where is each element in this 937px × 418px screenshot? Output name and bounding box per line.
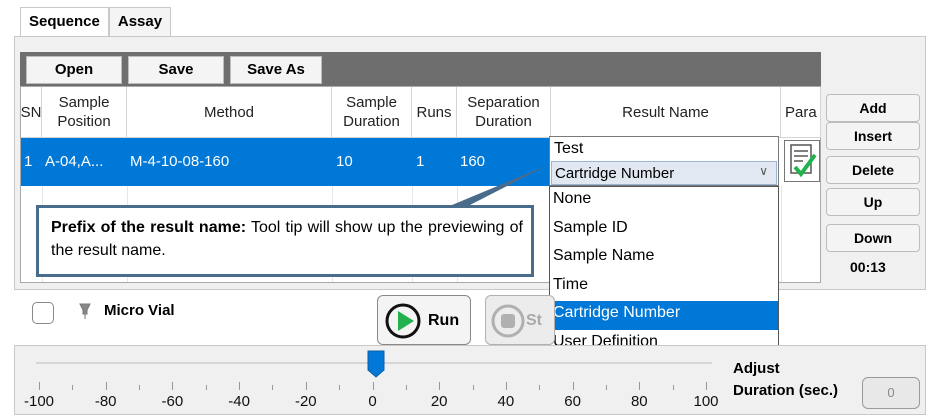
slider-tick [639,382,641,390]
slider-tick-label: -80 [94,393,117,410]
slider-tick [339,385,341,390]
slider-tick [672,385,674,390]
micro-vial-checkbox[interactable] [32,302,54,324]
stop-label: St [526,312,542,329]
slider-tick [539,385,541,390]
micro-vial-label: Micro Vial [104,302,175,319]
slider-tick [272,385,274,390]
slider-tick-label: 100 [693,393,719,410]
tooltip-callout: Prefix of the result name: Tool tip will… [36,205,534,277]
slider-tick [439,382,441,390]
slider-tick-label: -60 [161,393,184,410]
slider-tick [605,385,607,390]
slider-tick-label: -20 [294,393,317,410]
slider-tick-label: 0 [368,393,377,410]
slider-tick [472,385,474,390]
adjust-duration-label: Adjust Duration (sec.) [733,358,838,402]
slider-tick [706,382,707,390]
stop-icon [491,304,525,338]
adjust-label-line1: Adjust [733,360,780,377]
duration-input[interactable]: 0 [862,377,920,409]
slider-tick [239,382,241,390]
slider-tick [39,382,40,390]
adjust-label-line2: Duration (sec.) [733,382,839,399]
slider-thumb[interactable] [367,350,385,378]
stop-button[interactable]: St [485,295,555,345]
slider-tick-label: 20 [430,393,448,410]
callout-title: Prefix of the result name: [51,219,247,236]
slider-tick-label: 40 [497,393,515,410]
slider-tick [105,382,107,390]
slider-tick [505,382,507,390]
run-button[interactable]: Run [377,295,471,345]
run-label: Run [428,312,460,329]
slider-tick [405,385,407,390]
slider-tick [572,382,574,390]
slider-tick-label: 80 [630,393,648,410]
slider-tick-label: 60 [564,393,581,410]
slider-tick [172,382,174,390]
slider-tick [305,382,307,390]
slider-tick-label: -40 [228,393,250,410]
slider-tick [372,382,374,390]
pin-icon [79,303,91,319]
play-icon [385,303,421,339]
slider-tick [205,385,207,390]
slider-tick [139,385,141,390]
slider-tick [72,385,74,390]
slider-tick-label: -100 [23,393,55,410]
